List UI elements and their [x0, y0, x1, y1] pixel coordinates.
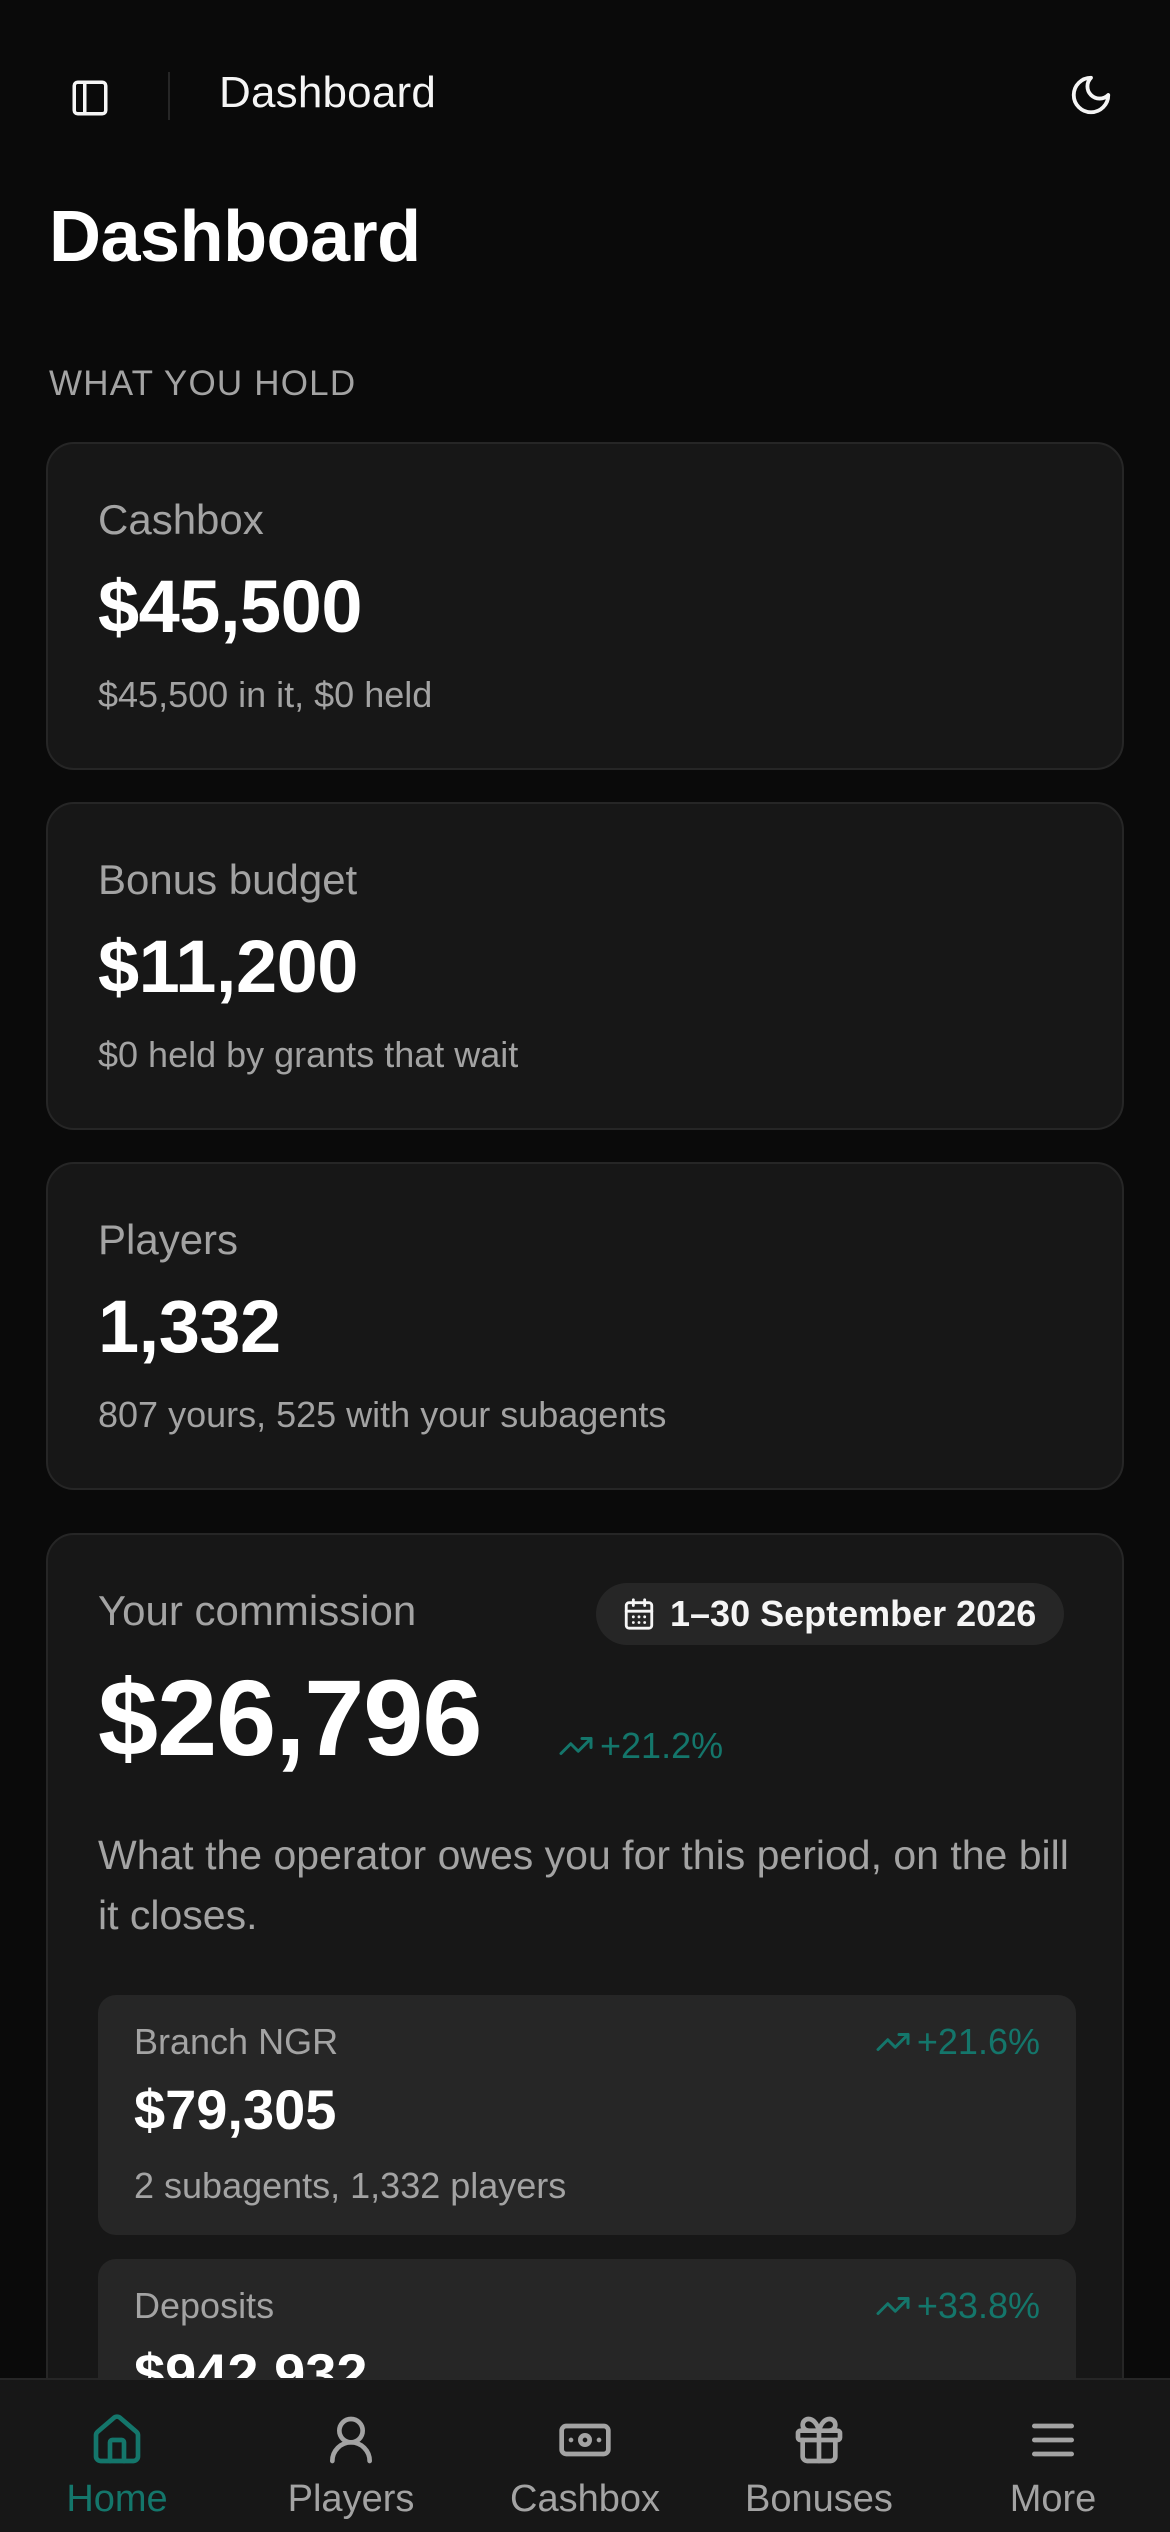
- players-sub: 807 yours, 525 with your subagents: [98, 1394, 667, 1435]
- commission-trend: +21.2%: [558, 1725, 723, 1767]
- nav-item-bonuses[interactable]: Bonuses: [702, 2380, 936, 2532]
- metric-trend-value: +33.8%: [916, 2285, 1040, 2326]
- topbar-divider: [168, 72, 170, 120]
- nav-label: Cashbox: [510, 2478, 660, 2520]
- nav-label: More: [1009, 2478, 1097, 2520]
- calendar-icon: [624, 1598, 654, 1630]
- cashbox-card[interactable]: Cashbox $45,500 $45,500 in it, $0 held: [46, 442, 1124, 770]
- bottom-nav: Home Players Cashbox Bonuses More: [0, 2378, 1170, 2532]
- gift-icon: [795, 2416, 843, 2464]
- top-bar: Dashboard: [0, 0, 1170, 190]
- period-text: 1–30 September 2026: [670, 1593, 1037, 1634]
- bonus-budget-label: Bonus budget: [98, 856, 358, 903]
- home-icon: [93, 2414, 141, 2464]
- sidebar-toggle-button[interactable]: [66, 74, 114, 122]
- players-label: Players: [98, 1216, 239, 1263]
- bonus-budget-card[interactable]: Bonus budget $11,200 $0 held by grants t…: [46, 802, 1124, 1130]
- dashboard-page: Dashboard Dashboard WHAT YOU HOLD Cashbo…: [0, 0, 1170, 2532]
- commission-value: $26,796: [98, 1657, 482, 1778]
- players-card[interactable]: Players 1,332 807 yours, 525 with your s…: [46, 1162, 1124, 1490]
- nav-item-players[interactable]: Players: [234, 2380, 468, 2532]
- metric-label: Branch NGR: [134, 2021, 339, 2062]
- sidebar-icon: [72, 80, 108, 116]
- bonus-budget-sub: $0 held by grants that wait: [98, 1034, 519, 1075]
- metric-trend-value: +21.6%: [916, 2021, 1040, 2062]
- cashbox-sub: $45,500 in it, $0 held: [98, 674, 433, 715]
- cashbox-value: $45,500: [98, 565, 363, 648]
- metric-branch-ngr[interactable]: Branch NGR +21.6% $79,305 2 subagents, 1…: [98, 1995, 1076, 2235]
- breadcrumb-title: Dashboard: [219, 68, 437, 117]
- cashbox-label: Cashbox: [98, 496, 264, 543]
- trending-up-icon: [559, 1737, 593, 1755]
- nav-item-home[interactable]: Home: [0, 2380, 234, 2532]
- players-value: 1,332: [98, 1285, 281, 1368]
- period-picker[interactable]: 1–30 September 2026: [596, 1583, 1065, 1645]
- nav-label: Bonuses: [745, 2478, 893, 2520]
- nav-item-more[interactable]: More: [936, 2380, 1170, 2532]
- page-title: Dashboard: [49, 197, 421, 277]
- metric-label: Deposits: [134, 2285, 275, 2326]
- user-icon: [330, 2416, 372, 2464]
- banknote-icon: [559, 2423, 611, 2457]
- nav-label: Players: [287, 2478, 415, 2520]
- commission-label: Your commission: [98, 1587, 417, 1634]
- nav-item-cashbox[interactable]: Cashbox: [468, 2380, 702, 2532]
- metric-trend: +21.6%: [875, 2021, 1040, 2063]
- moon-icon: [1071, 75, 1111, 115]
- menu-icon: [1032, 2423, 1074, 2457]
- commission-description: What the operator owes you for this peri…: [98, 1832, 1069, 1938]
- commission-trend-value: +21.2%: [600, 1725, 724, 1766]
- metric-sub: 2 subagents, 1,332 players: [134, 2165, 567, 2206]
- trending-up-icon: [876, 2297, 910, 2315]
- bonus-budget-value: $11,200: [98, 925, 358, 1008]
- metric-trend: +33.8%: [875, 2285, 1040, 2327]
- section-label-what-you-hold: WHAT YOU HOLD: [49, 364, 357, 403]
- trending-up-icon: [876, 2033, 910, 2051]
- nav-label: Home: [66, 2478, 168, 2520]
- theme-toggle-button[interactable]: [1066, 70, 1116, 120]
- metric-value: $79,305: [134, 2078, 337, 2141]
